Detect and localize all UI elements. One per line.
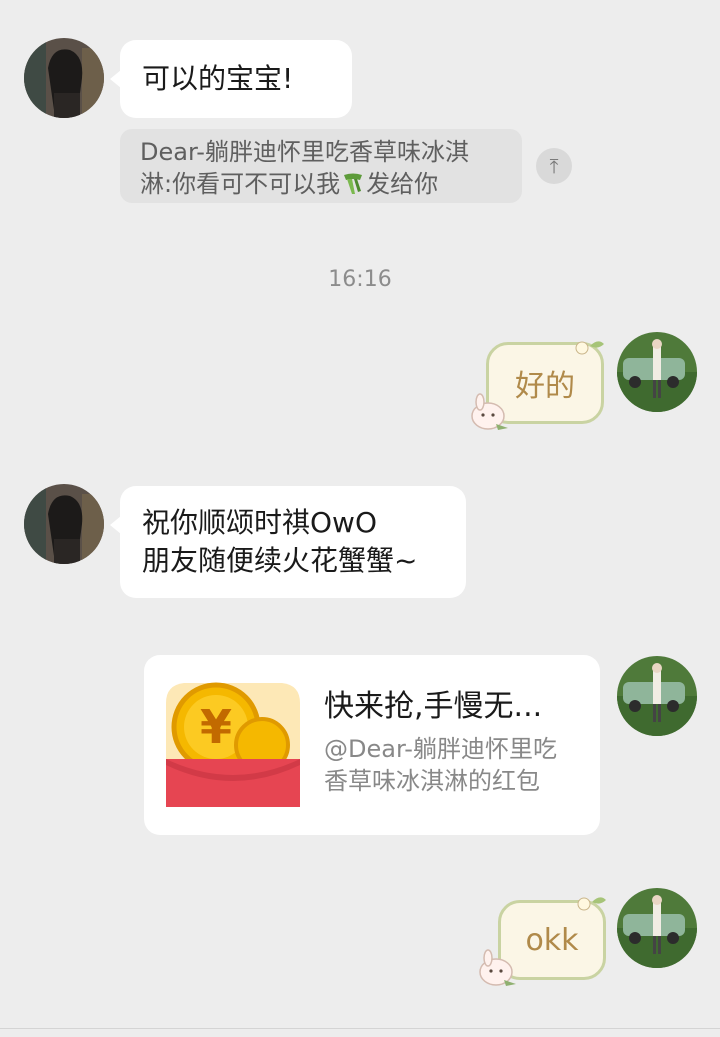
- message-text-line-1: 祝你顺颂时祺OwO: [142, 506, 377, 539]
- red-packet-title: 快来抢,手慢无...: [324, 689, 543, 724]
- sticker-text: 好的: [515, 369, 575, 404]
- bunny-sticker-icon: [474, 946, 518, 988]
- bunny-sticker-icon: [466, 390, 510, 432]
- scarf-icon: [340, 170, 366, 196]
- contact-avatar[interactable]: [24, 38, 104, 118]
- quote-line-2-end: 发给你: [366, 170, 439, 198]
- red-packet-card[interactable]: ¥ 快来抢,手慢无... @Dear-躺胖迪怀里吃 香草味冰淇淋的红包: [144, 655, 600, 835]
- my-avatar[interactable]: [617, 332, 697, 412]
- sticker-message[interactable]: okk: [474, 892, 608, 992]
- message-text-line-2: 朋友随便续火花蟹蟹~: [142, 544, 418, 577]
- my-avatar[interactable]: [617, 656, 697, 736]
- quote-line-2: 淋:你看可不可以我: [140, 170, 341, 198]
- red-packet-icon: ¥: [162, 667, 304, 811]
- quoted-message[interactable]: Dear-躺胖迪怀里吃香草味冰淇 淋:你看可不可以我 发给你: [120, 129, 522, 203]
- quote-line-1: Dear-躺胖迪怀里吃香草味冰淇: [140, 138, 469, 166]
- jump-to-quote-button[interactable]: ⤒: [536, 148, 572, 184]
- red-packet-subtitle: @Dear-躺胖迪怀里吃 香草味冰淇淋的红包: [324, 733, 584, 797]
- red-packet-subtitle-line-1: @Dear-躺胖迪怀里吃: [324, 735, 557, 763]
- arrow-up-icon: ⤒: [549, 154, 559, 178]
- message-bubble[interactable]: 祝你顺颂时祺OwO 朋友随便续火花蟹蟹~: [110, 486, 466, 598]
- sticker-text: okk: [525, 922, 579, 958]
- red-packet-subtitle-line-2: 香草味冰淇淋的红包: [324, 767, 540, 795]
- yen-symbol: ¥: [200, 700, 232, 754]
- message-bubble[interactable]: 可以的宝宝!: [110, 40, 352, 118]
- leaf-decoration-icon: [572, 336, 606, 358]
- contact-avatar[interactable]: [24, 484, 104, 564]
- leaf-decoration-icon: [574, 892, 608, 914]
- message-text: 可以的宝宝!: [142, 62, 294, 95]
- timestamp: 16:16: [328, 267, 392, 292]
- input-divider: [0, 1028, 720, 1029]
- sticker-message[interactable]: 好的: [466, 336, 606, 436]
- my-avatar[interactable]: [617, 888, 697, 968]
